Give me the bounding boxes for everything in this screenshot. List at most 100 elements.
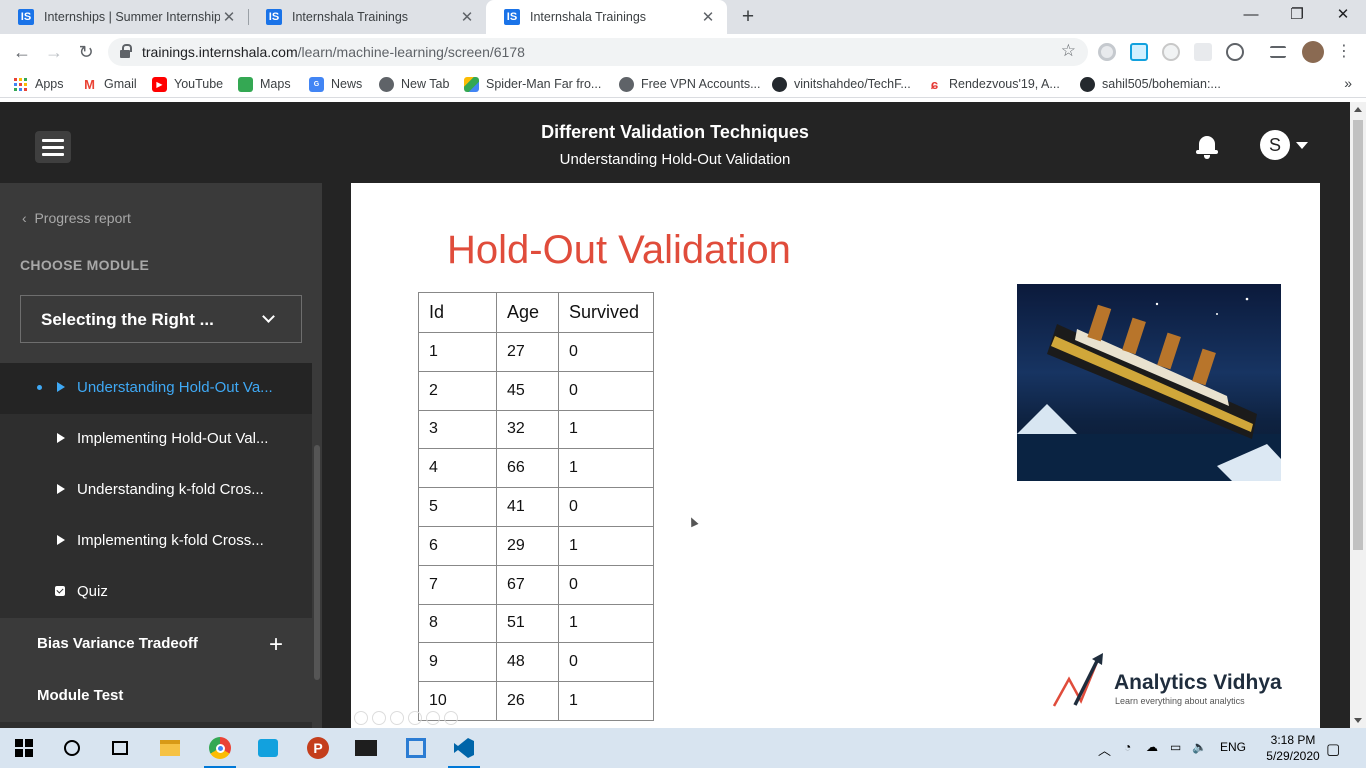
slide-control-button[interactable] [426,711,440,725]
browser-tab-trainings[interactable]: IS Internshala Trainings ✕ [248,0,486,34]
lesson-label: Understanding Hold-Out Va... [77,379,273,396]
funnel [1122,317,1146,355]
notification-bell-icon[interactable] [1196,134,1218,160]
new-tab-button[interactable]: + [737,4,759,30]
close-tab-icon[interactable]: ✕ [699,8,717,26]
share-app-icon[interactable] [248,732,288,764]
bookmark-free-vpn[interactable]: Free VPN Accounts... [619,75,761,93]
lesson-item-understanding-k-fold[interactable]: Understanding k-fold Cros... [0,465,312,516]
scroll-up-arrow-icon[interactable] [1354,107,1362,112]
table-row: 5 41 0 [418,487,654,527]
bookmark-star-icon[interactable]: ☆ [1061,41,1076,61]
slide-control-button[interactable] [390,711,404,725]
bookmark-youtube[interactable]: ▶ YouTube [152,75,223,93]
bookmark-label: Apps [35,77,64,91]
language-indicator[interactable]: ENG [1220,740,1246,754]
search-circle-icon[interactable] [52,732,92,764]
bookmark-vinitshahdeo[interactable]: vinitshahdeo/TechF... [772,75,911,93]
share-app-shape [258,739,278,757]
module-dropdown[interactable]: Selecting the Right ... [20,295,302,343]
page-scrollbar-thumb[interactable] [1353,120,1363,550]
extension-share-icon[interactable] [1130,43,1148,61]
chrome-menu-icon[interactable]: ⋮ [1332,40,1356,64]
user-menu-caret-icon[interactable] [1296,142,1308,149]
bookmark-new-tab[interactable]: New Tab [379,75,449,93]
bookmark-apps[interactable]: Apps [14,75,64,93]
section-module-test[interactable]: Module Test [0,670,312,722]
address-bar[interactable]: trainings.internshala.com/learn/machine-… [108,38,1088,66]
bookmark-news[interactable]: G News [309,75,362,93]
sidebar-scrollbar-thumb[interactable] [314,445,320,680]
back-button[interactable]: ← [10,40,34,64]
powerpoint-icon[interactable]: P [298,732,338,764]
chrome-logo-center [215,743,225,753]
scroll-down-arrow-icon[interactable] [1354,718,1362,723]
extension-timer-icon[interactable] [1162,43,1180,61]
bookmark-sahil505[interactable]: sahil505/bohemian:... [1080,75,1221,93]
logo-tagline: Learn everything about analytics [1115,696,1245,706]
extension-code-icon[interactable] [1226,43,1244,61]
forward-button[interactable]: → [42,40,66,64]
slide-control-button[interactable] [444,711,458,725]
logo-dark-line [1073,656,1101,706]
slide-control-button[interactable] [372,711,386,725]
terminal-shape [355,740,377,756]
task-view-icon[interactable] [100,732,140,764]
browser-tab-trainings-active[interactable]: IS Internshala Trainings ✕ [486,0,727,34]
terminal-icon[interactable] [346,732,386,764]
media-control-icon[interactable] [1270,46,1286,58]
cell-age: 51 [496,603,559,644]
restore-window-button[interactable]: ❐ [1274,0,1320,30]
tab-title: Internshala Trainings [292,10,409,24]
chrome-taskbar-icon[interactable] [200,732,240,768]
extension-grid-icon[interactable] [1194,43,1212,61]
file-explorer-icon[interactable] [150,732,190,764]
bookmark-spider-man[interactable]: Spider-Man Far fro... [464,75,601,93]
extension-record-icon[interactable] [1098,43,1116,61]
minimize-window-button[interactable]: — [1228,0,1274,30]
profile-avatar[interactable] [1302,41,1324,63]
close-tab-icon[interactable]: ✕ [458,8,476,26]
lesson-item-implementing-k-fold[interactable]: Implementing k-fold Cross... [0,516,312,567]
progress-report-link[interactable]: ‹ Progress report [22,210,131,226]
volume-icon[interactable]: 🔈 [1192,740,1207,754]
bookmark-label: News [331,77,363,91]
bookmark-maps[interactable]: Maps [238,75,291,93]
page-scrollbar[interactable] [1350,102,1366,728]
expand-plus-icon[interactable]: + [269,631,283,659]
system-clock[interactable]: 3:18 PM 5/29/2020 [1258,732,1328,764]
funnel [1192,348,1216,386]
battery-icon[interactable]: ▭ [1170,740,1181,754]
vscode-icon[interactable] [444,732,484,768]
cell-survived: 1 [558,681,654,721]
bookmark-label: Free VPN Accounts... [641,77,761,91]
editor-frame [406,738,426,758]
onedrive-cloud-icon[interactable]: ☁ [1146,740,1158,754]
bookmark-gmail[interactable]: M Gmail [82,75,137,93]
lesson-item-understanding-hold-out[interactable]: Understanding Hold-Out Va... [0,363,312,414]
browser-tab-internships[interactable]: IS Internships | Summer Internship 2 ✕ [0,0,248,34]
sidebar-scrollbar[interactable] [312,363,322,728]
section-bias-variance-tradeoff[interactable]: Bias Variance Tradeoff + [0,618,312,670]
close-window-button[interactable]: ✕ [1320,0,1366,30]
cell-id: 4 [418,448,497,489]
bookmark-rendezvous[interactable]: ɕ Rendezvous'19, A... [927,75,1060,93]
slide-control-button[interactable] [354,711,368,725]
star [1245,297,1249,301]
action-center-icon[interactable]: ▢ [1326,740,1340,758]
code-editor-icon[interactable] [396,732,436,764]
wifi-icon[interactable]: ◔ [1124,740,1131,754]
apps-grid-icon [14,77,27,91]
windows-start-button[interactable] [4,732,44,764]
close-tab-icon[interactable]: ✕ [220,8,238,26]
bell-clapper [1204,155,1210,159]
lesson-item-quiz[interactable]: Quiz [0,567,312,618]
cell-id: 9 [418,642,497,683]
user-avatar[interactable]: S [1260,130,1290,160]
hamburger-line [42,146,64,149]
show-hidden-icons-chevron-icon[interactable]: ︿ [1098,740,1111,759]
more-bookmarks-button[interactable]: » [1344,75,1352,91]
reload-button[interactable]: ↻ [74,40,98,64]
slide-control-button[interactable] [408,711,422,725]
lesson-item-implementing-hold-out[interactable]: Implementing Hold-Out Val... [0,414,312,465]
